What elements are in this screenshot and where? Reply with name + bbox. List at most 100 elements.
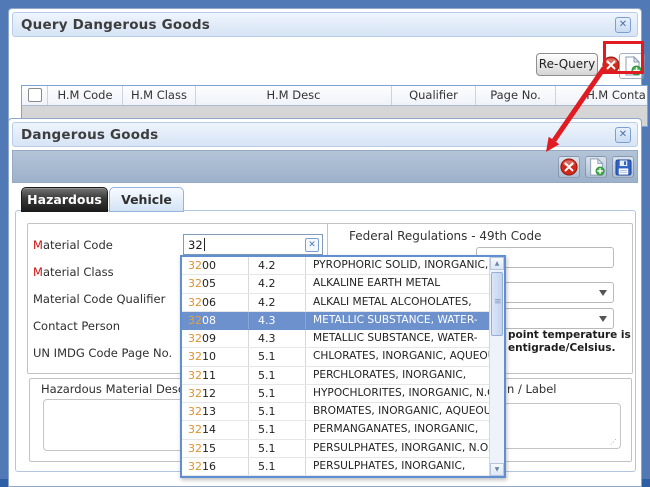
dropdown-desc-cell: ALKALINE EARTH METAL (306, 275, 489, 292)
dropdown-code-cell: 3208 (182, 312, 249, 329)
column-header[interactable]: H.M Code (48, 86, 123, 105)
dropdown-class-cell: 5.1 (249, 421, 306, 438)
dropdown-desc-cell: ALKALI METAL ALCOHOLATES, (306, 294, 489, 311)
contact-person-label: Contact Person (33, 319, 120, 333)
dropdown-class-cell: 4.3 (249, 330, 306, 347)
material-code-value: 32 (188, 238, 203, 252)
dropdown-desc-cell: PYROPHORIC SOLID, INORGANIC, (306, 257, 489, 274)
save-icon[interactable] (612, 156, 634, 178)
dropdown-class-cell: 5.1 (249, 348, 306, 365)
chevron-down-icon (599, 290, 607, 296)
un-imdg-code-page-label: UN IMDG Code Page No. (33, 346, 172, 360)
dropdown-code-cell: 3206 (182, 294, 249, 311)
clear-input-icon[interactable] (305, 238, 319, 252)
scroll-down-icon[interactable] (490, 463, 504, 476)
dropdown-class-cell: 4.3 (249, 312, 306, 329)
column-header[interactable]: H.M Desc (196, 86, 392, 105)
material-code-dropdown: 32004.2PYROPHORIC SOLID, INORGANIC,32054… (180, 255, 506, 478)
material-class-label: Material Class (33, 265, 114, 279)
new-record-icon[interactable] (619, 53, 645, 79)
dropdown-code-cell: 3200 (182, 257, 249, 274)
close-icon[interactable] (615, 127, 631, 143)
chevron-down-icon (599, 316, 607, 322)
delete-icon-glyph (602, 56, 620, 74)
label-section-label: n / Label (507, 382, 557, 396)
dropdown-desc-cell: METALLIC SUBSTANCE, WATER- (306, 330, 489, 347)
temperature-note-line1: point temperature is (508, 329, 638, 342)
dropdown-desc-cell: METALLIC SUBSTANCE, WATER- (306, 312, 489, 329)
material-code-input[interactable]: 32 (183, 234, 323, 255)
dropdown-desc-cell: HYPOCHLORITES, INORGANIC, N.O (306, 385, 489, 402)
application-window: Query Dangerous Goods Re-Query H.M Code (0, 0, 650, 487)
dropdown-list: 32004.2PYROPHORIC SOLID, INORGANIC,32054… (182, 257, 489, 476)
dropdown-row[interactable]: 32155.1PERSULPHATES, INORGANIC, N.O. (182, 440, 489, 458)
column-header[interactable]: H.M Conta (556, 86, 648, 105)
dropdown-class-cell: 4.2 (249, 294, 306, 311)
tab-vehicle[interactable]: Vehicle (109, 187, 184, 212)
dropdown-row[interactable]: 32165.1PERSULPHATES, INORGANIC, (182, 458, 489, 476)
material-code-qualifier-label: Material Code Qualifier (33, 292, 165, 306)
dropdown-row[interactable]: 32004.2PYROPHORIC SOLID, INORGANIC, (182, 257, 489, 275)
dropdown-row[interactable]: 32094.3METALLIC SUBSTANCE, WATER- (182, 330, 489, 348)
dropdown-code-cell: 3216 (182, 458, 249, 475)
dropdown-class-cell: 5.1 (249, 367, 306, 384)
dropdown-desc-cell: PERSULPHATES, INORGANIC, N.O. (306, 440, 489, 457)
dropdown-row[interactable]: 32105.1CHLORATES, INORGANIC, AQUEOU (182, 348, 489, 366)
column-header[interactable]: Qualifier (392, 86, 476, 105)
dropdown-row[interactable]: 32084.3METALLIC SUBSTANCE, WATER- (182, 312, 489, 330)
dropdown-code-cell: 3214 (182, 421, 249, 438)
query-dialog-titlebar[interactable]: Query Dangerous Goods (12, 12, 638, 37)
dropdown-row[interactable]: 32125.1HYPOCHLORITES, INORGANIC, N.O (182, 385, 489, 403)
dropdown-code-cell: 3211 (182, 367, 249, 384)
dropdown-desc-cell: PERMANGANATES, INORGANIC, (306, 421, 489, 438)
dropdown-scrollbar[interactable] (489, 257, 504, 476)
dropdown-class-cell: 5.1 (249, 440, 306, 457)
dropdown-row[interactable]: 32115.1PERCHLORATES, INORGANIC, (182, 367, 489, 385)
column-header[interactable]: Page No. (476, 86, 556, 105)
select-all-cell (22, 86, 48, 105)
dropdown-class-cell: 5.1 (249, 403, 306, 420)
dropdown-row[interactable]: 32054.2ALKALINE EARTH METAL (182, 275, 489, 293)
scroll-up-icon[interactable] (490, 257, 504, 270)
resize-grip-icon[interactable] (610, 438, 618, 446)
dropdown-code-cell: 3213 (182, 403, 249, 420)
dropdown-code-cell: 3205 (182, 275, 249, 292)
delete-icon[interactable] (558, 156, 580, 178)
dropdown-class-cell: 4.2 (249, 275, 306, 292)
dropdown-row[interactable]: 32145.1PERMANGANATES, INORGANIC, (182, 421, 489, 439)
temperature-note-line2: entigrade/Celsius. (508, 342, 638, 355)
dropdown-desc-cell: CHLORATES, INORGANIC, AQUEOU (306, 348, 489, 365)
temperature-note: point temperature is entigrade/Celsius. (508, 329, 638, 355)
new-record-icon[interactable] (585, 156, 607, 178)
requery-button[interactable]: Re-Query (536, 53, 598, 76)
dropdown-class-cell: 5.1 (249, 458, 306, 475)
dropdown-code-cell: 3215 (182, 440, 249, 457)
select-all-checkbox[interactable] (28, 88, 42, 102)
dropdown-class-cell: 4.2 (249, 257, 306, 274)
close-icon[interactable] (615, 17, 631, 33)
column-header[interactable]: H.M Class (123, 86, 196, 105)
goods-dialog-titlebar[interactable]: Dangerous Goods (12, 122, 638, 147)
save-floppy-glyph (615, 159, 632, 176)
dropdown-desc-cell: BROMATES, INORGANIC, AQUEOUS (306, 403, 489, 420)
federal-regulations-title: Federal Regulations - 49th Code (349, 229, 541, 243)
query-dialog-title: Query Dangerous Goods (21, 17, 210, 33)
dropdown-code-cell: 3212 (182, 385, 249, 402)
dropdown-class-cell: 5.1 (249, 385, 306, 402)
goods-dialog-toolbar (12, 150, 638, 183)
text-caret (204, 238, 205, 251)
tab-hazardous[interactable]: Hazardous (21, 187, 108, 212)
dropdown-desc-cell: PERCHLORATES, INORGANIC, (306, 367, 489, 384)
dropdown-desc-cell: PERSULPHATES, INORGANIC, (306, 458, 489, 475)
goods-dialog-title: Dangerous Goods (21, 127, 158, 143)
material-code-label: Material Code (33, 238, 113, 252)
delete-icon-glyph (560, 158, 578, 176)
dropdown-row[interactable]: 32064.2ALKALI METAL ALCOHOLATES, (182, 294, 489, 312)
scrollbar-thumb[interactable] (491, 272, 503, 336)
results-table-header: H.M Code H.M Class H.M Desc Qualifier Pa… (22, 86, 647, 106)
dropdown-code-cell: 3210 (182, 348, 249, 365)
query-dangerous-goods-dialog: Query Dangerous Goods Re-Query H.M Code (8, 8, 642, 122)
dropdown-row[interactable]: 32135.1BROMATES, INORGANIC, AQUEOUS (182, 403, 489, 421)
new-document-glyph (623, 56, 642, 76)
new-document-glyph (588, 158, 605, 176)
